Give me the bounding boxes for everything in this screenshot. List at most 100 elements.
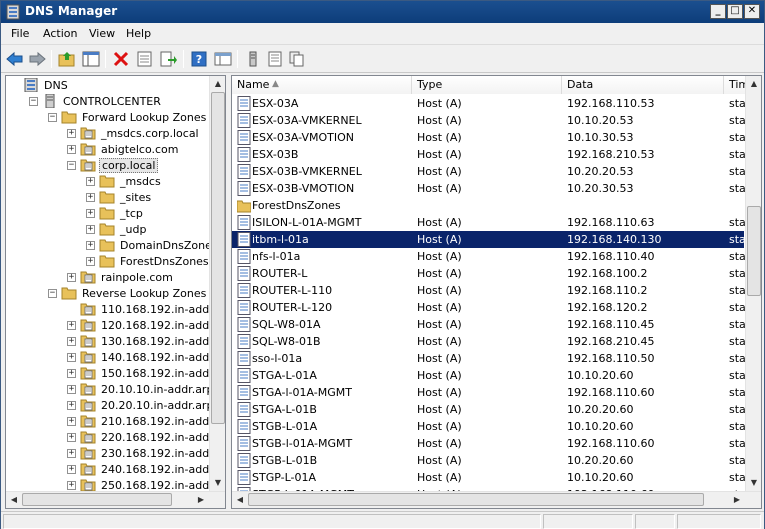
scroll-down-arrow-icon[interactable]: ▼ — [210, 475, 225, 491]
tree-node[interactable]: + abigtelco.com — [67, 141, 180, 157]
table-row[interactable]: ESX-03B-VMOTION Host (A) 10.20.30.53 stat — [232, 180, 750, 197]
table-row[interactable]: ESX-03B-VMKERNEL Host (A) 10.20.20.53 stat — [232, 163, 750, 180]
server-icon[interactable] — [243, 49, 263, 69]
expand-icon[interactable]: + — [67, 432, 76, 442]
tree-node[interactable]: − Forward Lookup Zones — [48, 109, 208, 125]
expand-icon[interactable]: + — [86, 176, 95, 186]
list-scroll-up-arrow-icon[interactable]: ▲ — [746, 76, 761, 92]
tree-node[interactable]: + _sites — [86, 189, 153, 205]
list-scroll-down-arrow-icon[interactable]: ▼ — [746, 475, 761, 491]
expand-icon[interactable]: + — [67, 128, 76, 138]
expand-icon[interactable]: + — [86, 256, 95, 266]
expand-icon[interactable]: + — [67, 336, 76, 346]
expand-icon[interactable]: + — [67, 272, 76, 282]
tree-node[interactable]: +230.168.192.in-addr.arpa — [67, 445, 225, 461]
expand-icon[interactable]: + — [67, 320, 76, 330]
table-row[interactable]: ESX-03A-VMKERNEL Host (A) 10.10.20.53 stat — [232, 112, 750, 129]
properties-icon[interactable] — [135, 49, 155, 69]
expand-icon[interactable]: + — [67, 480, 76, 490]
expand-icon[interactable]: + — [67, 448, 76, 458]
table-row[interactable]: STGB-l-01A-MGMT Host (A) 192.168.110.60 sta… — [232, 435, 750, 452]
tree-hscroll-thumb[interactable] — [22, 493, 172, 506]
tree-node[interactable]: + rainpole.com — [67, 269, 175, 285]
table-row[interactable]: STGB-L-01A Host (A) 10.10.20.60 stat — [232, 418, 750, 435]
tree-node[interactable]: + _tcp — [86, 205, 145, 221]
table-row[interactable]: SQL-W8-01A Host (A) 192.168.110.45 stat — [232, 316, 750, 333]
table-row[interactable]: STGA-L-01B Host (A) 10.20.20.60 stat — [232, 401, 750, 418]
expand-icon[interactable]: + — [67, 352, 76, 362]
expand-icon[interactable]: + — [67, 464, 76, 474]
show-hide-tree-icon[interactable] — [81, 49, 101, 69]
delete-icon[interactable] — [111, 49, 131, 69]
menu-file[interactable]: File — [11, 27, 29, 40]
table-row[interactable]: STGA-L-01A Host (A) 10.10.20.60 stat — [232, 367, 750, 384]
tree-node[interactable]: +240.168.192.in-addr.arpa — [67, 461, 225, 477]
list-horizontal-scrollbar[interactable]: ◀ ▶ — [232, 491, 761, 508]
tree-scroll-thumb[interactable] — [211, 92, 225, 424]
collapse-icon[interactable]: − — [48, 112, 57, 122]
expand-icon[interactable]: + — [86, 240, 95, 250]
expand-icon[interactable]: + — [86, 208, 95, 218]
tree-node[interactable]: +150.168.192.in-addr.arpa — [67, 365, 225, 381]
table-row[interactable]: STGB-L-01B Host (A) 10.20.20.60 stat — [232, 452, 750, 469]
table-row[interactable]: ESX-03A-VMOTION Host (A) 10.10.30.53 stat — [232, 129, 750, 146]
copy-icon[interactable] — [287, 49, 307, 69]
forward-icon[interactable] — [27, 49, 47, 69]
tree-node[interactable]: +20.20.10.in-addr.arpa — [67, 397, 222, 413]
table-row[interactable]: ISILON-L-01A-MGMT Host (A) 192.168.110.63 s… — [232, 214, 750, 231]
list-scroll-thumb[interactable] — [747, 206, 761, 296]
table-row[interactable]: ESX-03A Host (A) 192.168.110.53 stat — [232, 95, 750, 112]
tree-node[interactable]: 110.168.192.in-addr.arpa — [67, 301, 225, 317]
column-header-name[interactable]: Name ▲ — [232, 76, 412, 94]
tree-node[interactable]: + _msdcs — [86, 173, 163, 189]
expand-icon[interactable]: + — [67, 384, 76, 394]
table-row[interactable]: nfs-l-01a Host (A) 192.168.110.40 stat — [232, 248, 750, 265]
tree-node[interactable]: − Reverse Lookup Zones — [48, 285, 208, 301]
help-icon[interactable]: ? — [189, 49, 209, 69]
table-row[interactable]: STGP-L-01A Host (A) 10.10.20.60 stat — [232, 469, 750, 486]
tree-node[interactable]: +20.10.10.in-addr.arpa — [67, 381, 222, 397]
expand-icon[interactable]: + — [67, 368, 76, 378]
menu-view[interactable]: View — [89, 27, 115, 40]
expand-icon[interactable]: + — [67, 400, 76, 410]
export-icon[interactable] — [159, 49, 179, 69]
column-header-type[interactable]: Type — [412, 76, 562, 94]
tree-node[interactable]: +210.168.192.in-addr.arpa — [67, 413, 225, 429]
scroll-right-arrow-icon[interactable]: ▶ — [193, 492, 209, 508]
collapse-icon[interactable]: − — [67, 160, 76, 170]
expand-icon[interactable]: + — [86, 224, 95, 234]
list-scroll-right-arrow-icon[interactable]: ▶ — [729, 492, 745, 508]
minimize-button[interactable]: _ — [710, 4, 726, 19]
expand-icon[interactable]: + — [86, 192, 95, 202]
table-row[interactable]: ESX-03B Host (A) 192.168.210.53 stat — [232, 146, 750, 163]
list-vertical-scrollbar[interactable]: ▲ ▼ — [745, 76, 761, 491]
back-icon[interactable] — [5, 49, 25, 69]
close-button[interactable]: ✕ — [744, 4, 760, 19]
tree-vertical-scrollbar[interactable]: ▲ ▼ — [209, 76, 225, 491]
tree-node[interactable]: + ForestDnsZones — [86, 253, 211, 269]
tree-node[interactable]: − corp.local — [67, 157, 159, 173]
tree-node[interactable]: + DomainDnsZones — [86, 237, 220, 253]
menu-action[interactable]: Action — [43, 27, 77, 40]
collapse-icon[interactable]: − — [48, 288, 57, 298]
console-icon[interactable] — [213, 49, 233, 69]
collapse-icon[interactable]: − — [29, 96, 38, 106]
tree-node[interactable]: +140.168.192.in-addr.arpa — [67, 349, 225, 365]
expand-icon[interactable]: + — [67, 416, 76, 426]
table-row[interactable]: ROUTER-L-110 Host (A) 192.168.110.2 stat — [232, 282, 750, 299]
tree-node[interactable]: +120.168.192.in-addr.arpa — [67, 317, 225, 333]
table-row[interactable]: ROUTER-L-120 Host (A) 192.168.120.2 stat — [232, 299, 750, 316]
tree-node[interactable]: DNS — [10, 77, 70, 93]
table-row[interactable]: SQL-W8-01B Host (A) 192.168.210.45 stat — [232, 333, 750, 350]
tree-node[interactable]: +130.168.192.in-addr.arpa — [67, 333, 225, 349]
scroll-up-arrow-icon[interactable]: ▲ — [210, 76, 225, 92]
list-folder-row[interactable]: ForestDnsZones — [232, 197, 744, 214]
tree-node[interactable]: + _msdcs.corp.local — [67, 125, 201, 141]
menu-help[interactable]: Help — [126, 27, 151, 40]
tree-node[interactable]: + _udp — [86, 221, 148, 237]
up-folder-icon[interactable] — [57, 49, 77, 69]
list-icon[interactable] — [265, 49, 285, 69]
expand-icon[interactable]: + — [67, 144, 76, 154]
table-row[interactable]: ROUTER-L Host (A) 192.168.100.2 stat — [232, 265, 750, 282]
tree-node[interactable]: +220.168.192.in-addr.arpa — [67, 429, 225, 445]
